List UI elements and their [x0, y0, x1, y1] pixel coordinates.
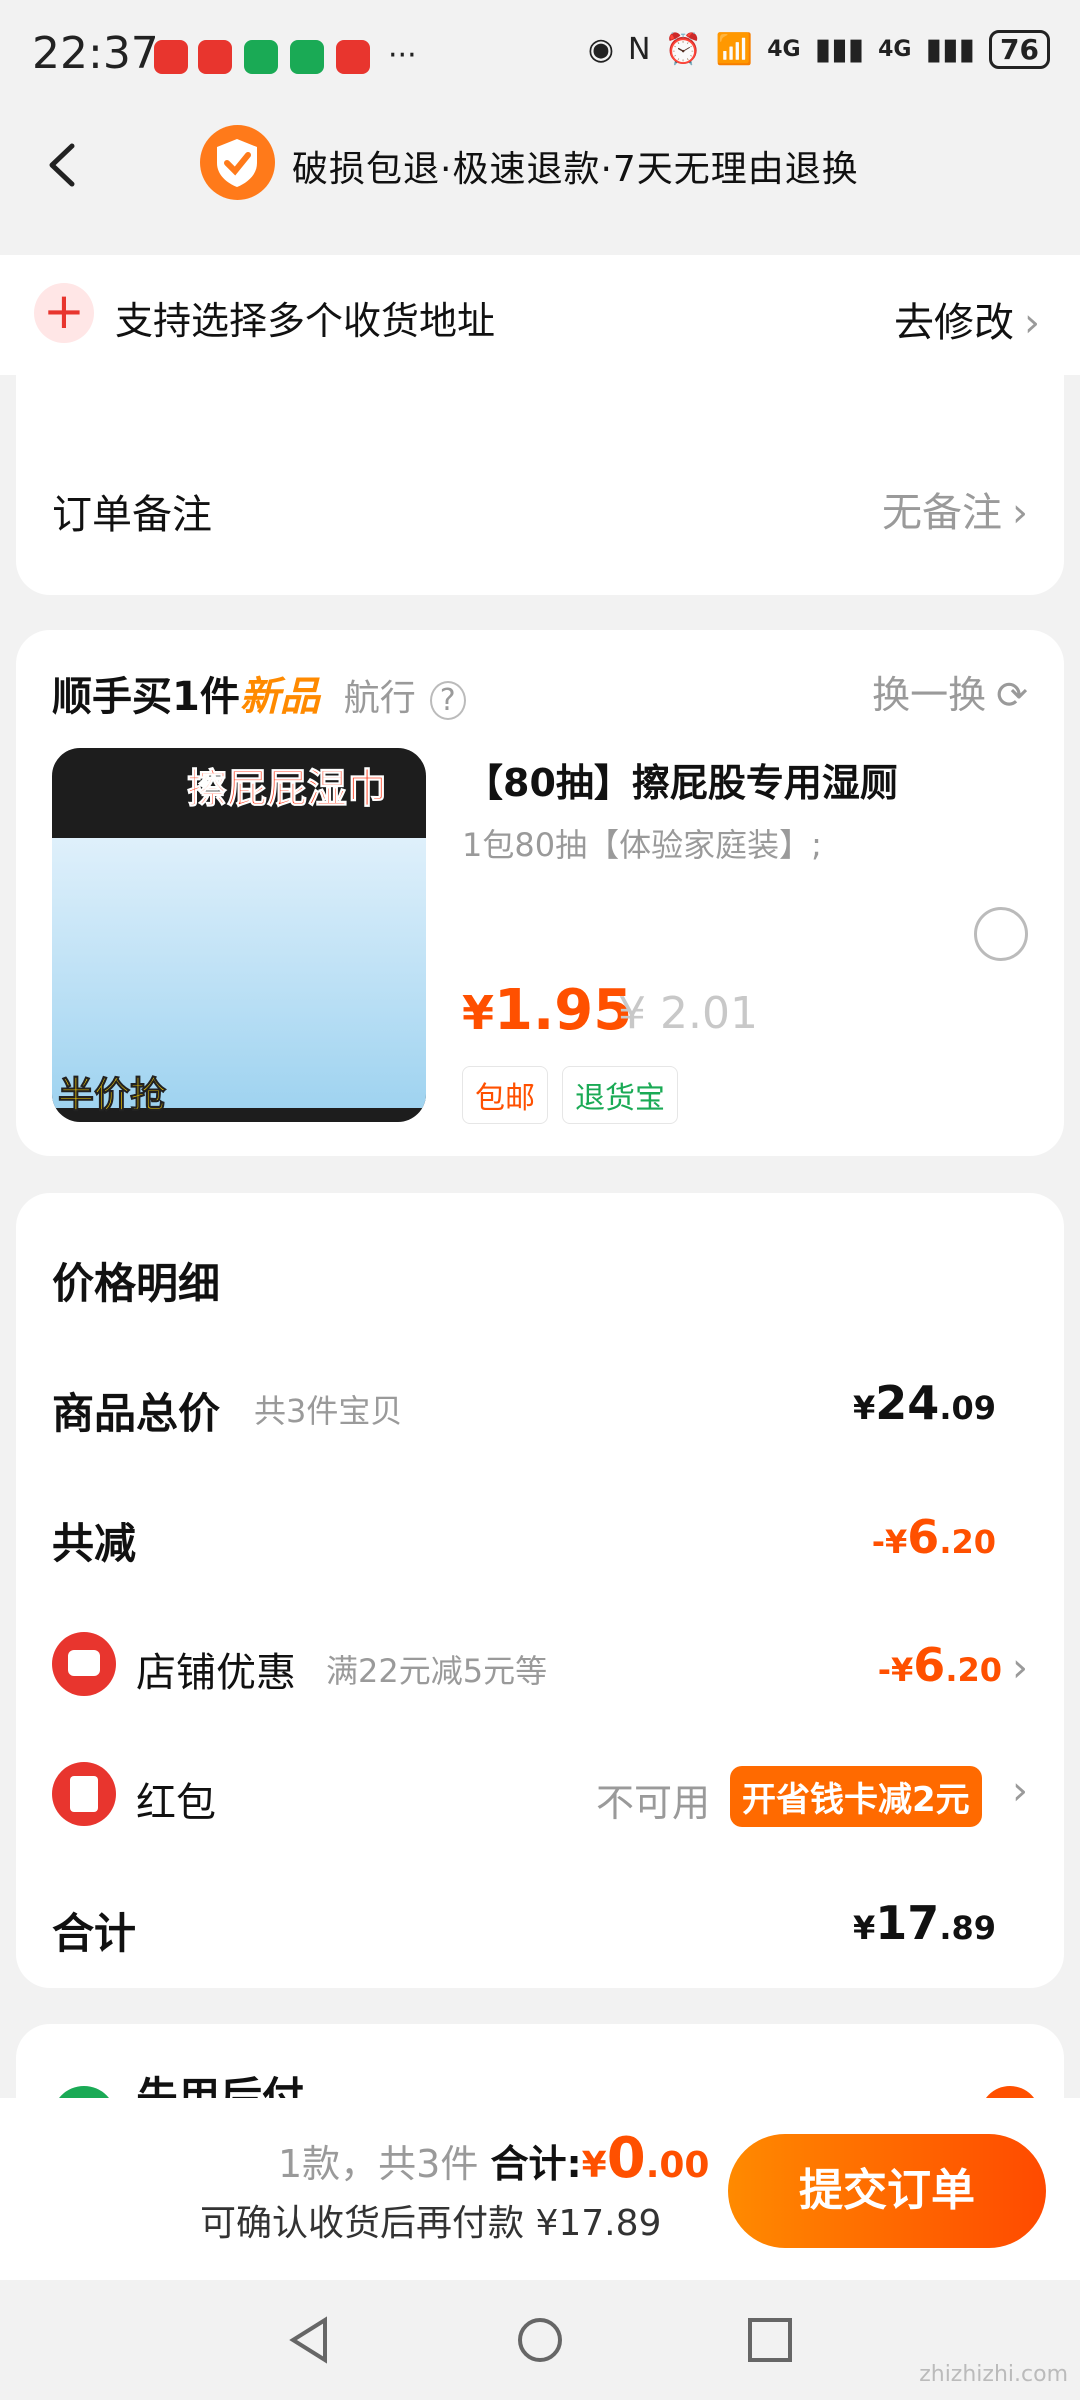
amount-int: 24 — [875, 1376, 940, 1430]
item-count: 1款，共3件 — [278, 2142, 479, 2186]
reduce-label: 共减 — [52, 1519, 137, 1568]
nfc-icon: N — [628, 32, 651, 67]
wechat-icon — [244, 40, 278, 74]
new-tag: 新品 — [239, 674, 320, 720]
switch-label: 换一换 — [872, 673, 987, 717]
amount-int: 17 — [875, 1896, 940, 1950]
submit-order-button[interactable]: 提交订单 — [728, 2134, 1046, 2248]
total-label: 合计: — [490, 2142, 582, 2186]
more-notifications-icon: ··· — [388, 38, 417, 73]
original-price: ¥ 2.01 — [618, 988, 758, 1039]
red-packet-label: 红包 — [136, 1780, 216, 1826]
eye-icon: ◉ — [587, 32, 615, 67]
select-add-on-radio[interactable] — [974, 907, 1028, 961]
shop-icon — [52, 1632, 116, 1696]
amount-int: 0 — [606, 2126, 646, 2191]
amount-dec: .89 — [939, 1909, 996, 1947]
amount-dec: .00 — [645, 2145, 710, 2186]
chevron-right-icon: › — [1024, 300, 1040, 346]
brand-name: 航行 — [343, 678, 416, 719]
question-icon[interactable]: ? — [429, 681, 466, 720]
reduce-prefix: -¥ — [871, 1523, 908, 1561]
return-insurance-tag: 退货宝 — [562, 1066, 678, 1124]
notification-icon — [336, 40, 370, 74]
alarm-icon: ⏰ — [664, 32, 702, 67]
amount-dec: .09 — [939, 1389, 996, 1427]
chevron-right-icon: › — [1012, 490, 1028, 536]
wechat-icon — [290, 40, 324, 74]
pay-after-receipt-text: 可确认收货后再付款 ¥17.89 — [200, 2203, 662, 2244]
price-symbol: ¥ — [462, 986, 495, 1040]
chevron-right-icon: › — [1012, 1645, 1028, 1691]
back-arrow-icon[interactable] — [40, 140, 90, 190]
order-note-label: 订单备注 — [52, 492, 212, 538]
network-label: 4G — [878, 37, 912, 62]
notification-icon — [198, 40, 232, 74]
status-right: ◉ N ⏰ 📶 4G ▮▮▮ 4G ▮▮▮ 76 — [588, 30, 1050, 69]
plus-icon[interactable]: + — [34, 283, 94, 343]
savings-card-promo[interactable]: 开省钱卡减2元 — [730, 1766, 982, 1827]
product-tags: 包邮 退货宝 — [462, 1066, 678, 1124]
guarantee-text: 破损包退·极速退款·7天无理由退换 — [292, 149, 859, 190]
sum-amount: ¥17.89 — [853, 1896, 996, 1950]
order-note-value-text: 无备注 — [882, 490, 1002, 536]
total-label: 商品总价 — [52, 1389, 221, 1438]
image-overlay-top: 擦屁屁湿巾 — [187, 766, 388, 813]
sum-label: 合计 — [52, 1909, 137, 1958]
total-count: 共3件宝贝 — [254, 1392, 403, 1430]
order-note-value[interactable]: 无备注 › — [882, 480, 1028, 538]
modify-address-link[interactable]: 去修改 › — [894, 290, 1040, 348]
shop-discount-label: 店铺优惠 — [136, 1650, 296, 1696]
price-value: 1.95 — [494, 978, 633, 1043]
bottom-total: 1款，共3件 合计:¥0.00 — [278, 2126, 709, 2191]
amount-int: 6 — [907, 1510, 940, 1564]
product-image[interactable]: 擦屁屁湿巾 半价抢 — [52, 748, 426, 1122]
total-amount: ¥24.09 — [853, 1376, 996, 1430]
amount-int: 6 — [913, 1638, 946, 1692]
nav-home-icon[interactable] — [515, 2315, 565, 2365]
modify-label: 去修改 — [894, 300, 1014, 346]
status-time: 22:37 — [32, 28, 159, 79]
product-price: ¥1.95 — [462, 978, 632, 1043]
free-shipping-tag: 包邮 — [462, 1066, 548, 1124]
price-detail-title: 价格明细 — [52, 1259, 221, 1308]
switch-button[interactable]: 换一换 ⟳ — [872, 664, 1028, 719]
nav-back-icon[interactable] — [285, 2315, 335, 2365]
red-packet-status: 不可用 — [596, 1781, 711, 1825]
address-hint: 支持选择多个收货地址 — [115, 299, 496, 343]
product-spec: 1包80抽【体验家庭装】; — [462, 826, 822, 864]
notification-icon — [154, 40, 188, 74]
red-packet-icon — [52, 1762, 116, 1826]
shop-discount-desc: 满22元减5元等 — [326, 1652, 548, 1690]
watermark: zhizhizhi.com — [919, 2362, 1068, 2387]
network-label: 4G — [767, 37, 801, 62]
nav-recents-icon[interactable] — [745, 2315, 795, 2365]
amount-dec: .20 — [939, 1523, 996, 1561]
add-on-title-text: 顺手买1件 — [52, 674, 240, 720]
currency-symbol: ¥ — [853, 1389, 876, 1427]
reduce-amount: -¥6.20 — [872, 1510, 996, 1564]
add-on-title: 顺手买1件新品 航行 ? — [52, 664, 466, 722]
signal-icon: ▮▮▮ — [814, 32, 865, 67]
amount-dec: .20 — [945, 1651, 1002, 1689]
signal-icon: ▮▮▮ — [925, 32, 976, 67]
image-overlay-bottom: 半价抢 — [57, 1075, 167, 1117]
price-detail-card — [16, 1193, 1064, 1988]
battery-icon: 76 — [989, 30, 1050, 69]
refresh-icon: ⟳ — [996, 673, 1028, 717]
currency-symbol: ¥ — [853, 1909, 876, 1947]
currency-symbol: ¥ — [581, 2145, 607, 2186]
wifi-icon: 📶 — [715, 32, 754, 67]
chevron-right-icon[interactable]: › — [1012, 1768, 1028, 1814]
product-name[interactable]: 【80抽】擦屁股专用湿厕 — [465, 752, 898, 807]
shield-icon — [200, 125, 275, 200]
reduce-prefix: -¥ — [877, 1651, 914, 1689]
shop-discount-amount[interactable]: -¥6.20 › — [878, 1638, 1028, 1692]
